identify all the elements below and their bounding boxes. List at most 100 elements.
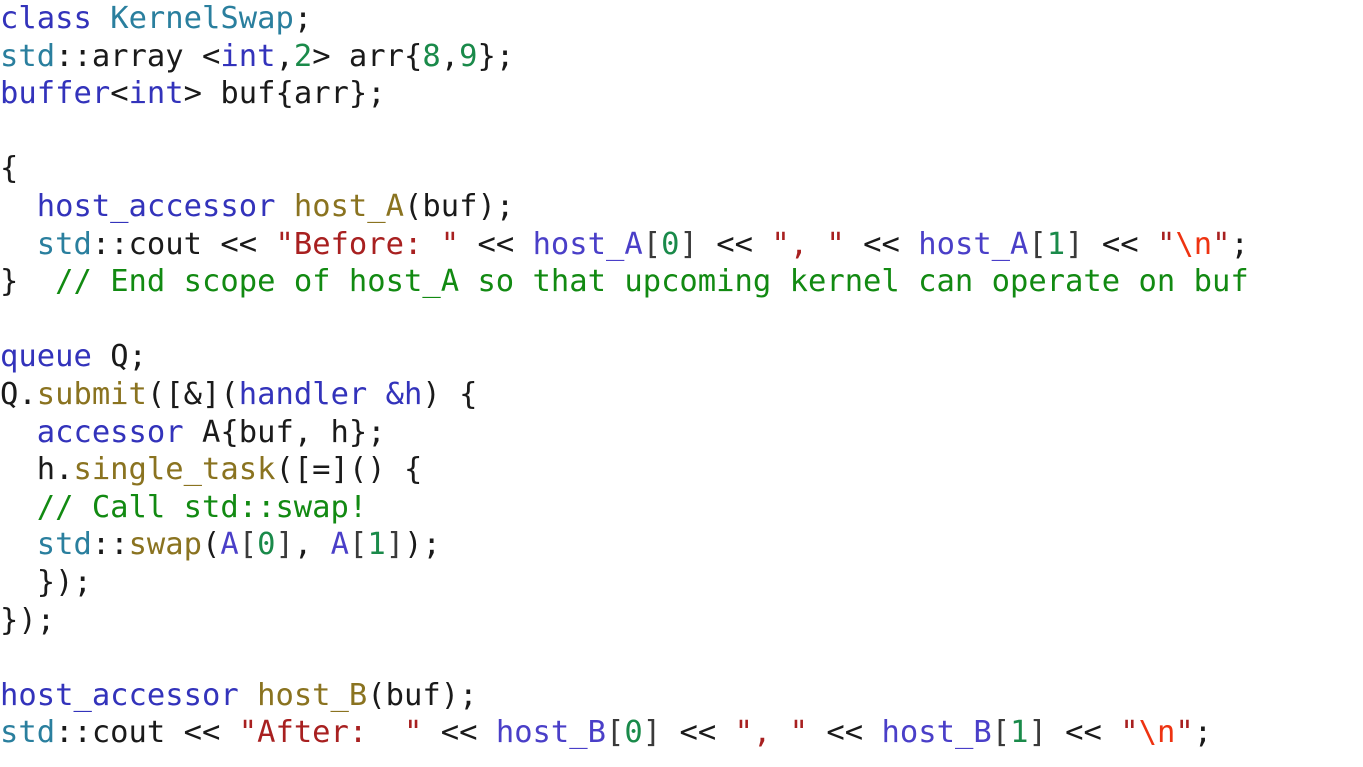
code-token: // End scope of host_A so that upcoming … (55, 264, 1249, 300)
code-token: ] (642, 715, 662, 751)
code-token: host_B (495, 715, 607, 751)
code-line: h.single_task([=]() { (0, 451, 1363, 489)
code-token: 2 (293, 38, 313, 74)
code-token: buffer (0, 76, 111, 112)
code-token: [ (606, 715, 625, 751)
code-token: << (422, 715, 496, 751)
code-token: host_A (918, 226, 1029, 262)
code-token: , (293, 527, 331, 563)
code-token: single_task (73, 452, 276, 488)
code-token: ] (275, 527, 294, 563)
code-token: 1 (1046, 226, 1066, 262)
code-token: ::array < (55, 38, 221, 74)
code-token: ([=]() { (275, 452, 423, 488)
code-token: 0 (661, 226, 680, 262)
code-token: << (661, 715, 735, 751)
code-token: ] (1065, 226, 1084, 262)
code-token: Q; (91, 339, 147, 375)
code-token: 0 (257, 527, 276, 563)
code-token: 8 (422, 38, 441, 74)
code-token: } (0, 264, 19, 300)
code-line: Q.submit([&](handler &h) { (0, 376, 1363, 414)
code-line: host_accessor host_B(buf); (0, 677, 1363, 715)
code-token: &h (385, 376, 423, 412)
code-token: ::cout << (55, 715, 239, 751)
code-token: { (0, 151, 19, 187)
code-token: }); (0, 564, 92, 600)
code-token: ) { (422, 376, 478, 412)
code-token: , (440, 38, 460, 74)
code-token: , (275, 38, 294, 74)
code-token: host_B (257, 677, 368, 713)
code-line: std::cout << "After: " << host_B[0] << "… (0, 714, 1363, 752)
code-token: accessor (36, 414, 184, 450)
code-token: [ (349, 527, 368, 563)
code-token: > arr{ (312, 38, 423, 74)
code-token: handler (238, 376, 368, 412)
code-token: \n (1138, 715, 1176, 751)
code-token: }; (477, 38, 515, 74)
code-token: queue (0, 339, 92, 375)
code-token: (buf); (404, 188, 515, 224)
code-token: ::cout << (91, 226, 276, 262)
code-line: queue Q; (0, 338, 1363, 376)
code-token: // Call std::swap! (36, 489, 368, 525)
code-line: } // End scope of host_A so that upcomin… (0, 263, 1363, 301)
code-token: 0 (624, 715, 643, 751)
code-line: }); (0, 564, 1363, 602)
code-token: << (697, 226, 772, 262)
code-token: ; (1230, 226, 1249, 262)
code-token: ([&]( (146, 376, 239, 412)
code-token: "Before: " (275, 226, 460, 262)
code-token: 1 (1010, 715, 1029, 751)
code-token: std (0, 38, 56, 74)
code-line (0, 113, 1363, 151)
code-token: 1 (367, 527, 386, 563)
code-token: swap (128, 527, 203, 563)
code-token: > buf{arr}; (183, 76, 386, 112)
code-token: A (220, 527, 239, 563)
code-token: " (1212, 226, 1231, 262)
code-token: std (36, 527, 92, 563)
code-token: 9 (459, 38, 478, 74)
code-token: submit (36, 376, 147, 412)
code-token: " (1175, 715, 1194, 751)
code-token: std (36, 226, 92, 262)
code-token: ( (202, 527, 221, 563)
code-token: ; (293, 1, 313, 36)
code-token: [ (642, 226, 662, 262)
code-token: ); (404, 527, 441, 563)
code-line: std::cout << "Before: " << host_A[0] << … (0, 226, 1363, 264)
code-token: int (128, 76, 184, 112)
code-line: std::array <int,2> arr{8,9}; (0, 38, 1363, 76)
code-token: host_A (532, 226, 643, 262)
code-token: h. (0, 452, 74, 488)
code-token: << (459, 226, 533, 262)
code-token: KernelSwap (110, 1, 294, 36)
code-line: accessor A{buf, h}; (0, 414, 1363, 452)
code-token: ] (1028, 715, 1047, 751)
code-token: Q. (0, 376, 37, 412)
code-token: " (1157, 226, 1176, 262)
code-line: std::swap(A[0], A[1]); (0, 526, 1363, 564)
code-token: :: (91, 527, 129, 563)
code-token: [ (238, 527, 258, 563)
code-token: ] (385, 527, 405, 563)
code-token: << (844, 226, 919, 262)
code-token: host_A (293, 188, 405, 224)
code-token: " (1120, 715, 1139, 751)
code-token: ", " (734, 715, 809, 751)
code-token: << (1083, 226, 1157, 262)
code-token: ; (1193, 715, 1213, 751)
code-token: class (0, 1, 92, 36)
code-line: }); (0, 602, 1363, 640)
